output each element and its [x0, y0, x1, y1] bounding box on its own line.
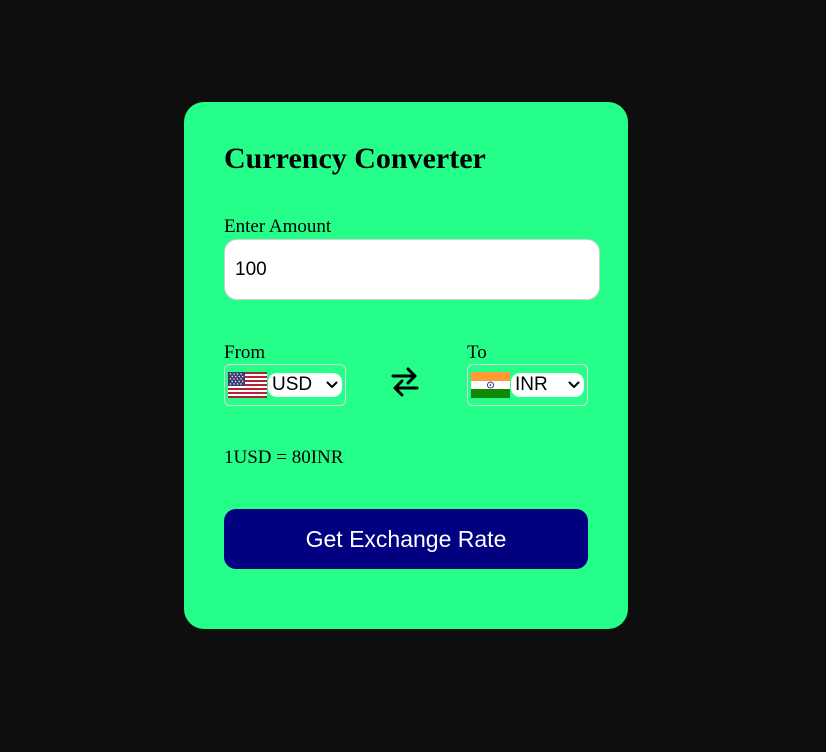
- amount-input[interactable]: [224, 239, 600, 300]
- from-currency-value: USD: [272, 374, 313, 395]
- page-title: Currency Converter: [224, 142, 486, 175]
- swap-arrows-icon[interactable]: [390, 366, 420, 398]
- us-flag-icon: [228, 372, 267, 398]
- to-currency-value: INR: [515, 374, 548, 395]
- india-flag-icon: [471, 372, 510, 398]
- amount-label: Enter Amount: [224, 216, 332, 237]
- converter-card: Currency Converter Enter Amount From USD: [184, 102, 628, 629]
- chevron-down-icon: [568, 381, 580, 388]
- get-exchange-rate-button[interactable]: Get Exchange Rate: [224, 509, 588, 569]
- from-label: From: [224, 342, 266, 363]
- chevron-down-icon: [326, 381, 338, 388]
- exchange-rate-message: 1USD = 80INR: [224, 447, 344, 468]
- to-currency-select[interactable]: INR: [511, 373, 584, 397]
- from-currency-container: USD: [224, 364, 346, 406]
- from-currency-select[interactable]: USD: [268, 373, 342, 397]
- to-label: To: [467, 342, 487, 363]
- to-currency-container: INR: [467, 364, 588, 406]
